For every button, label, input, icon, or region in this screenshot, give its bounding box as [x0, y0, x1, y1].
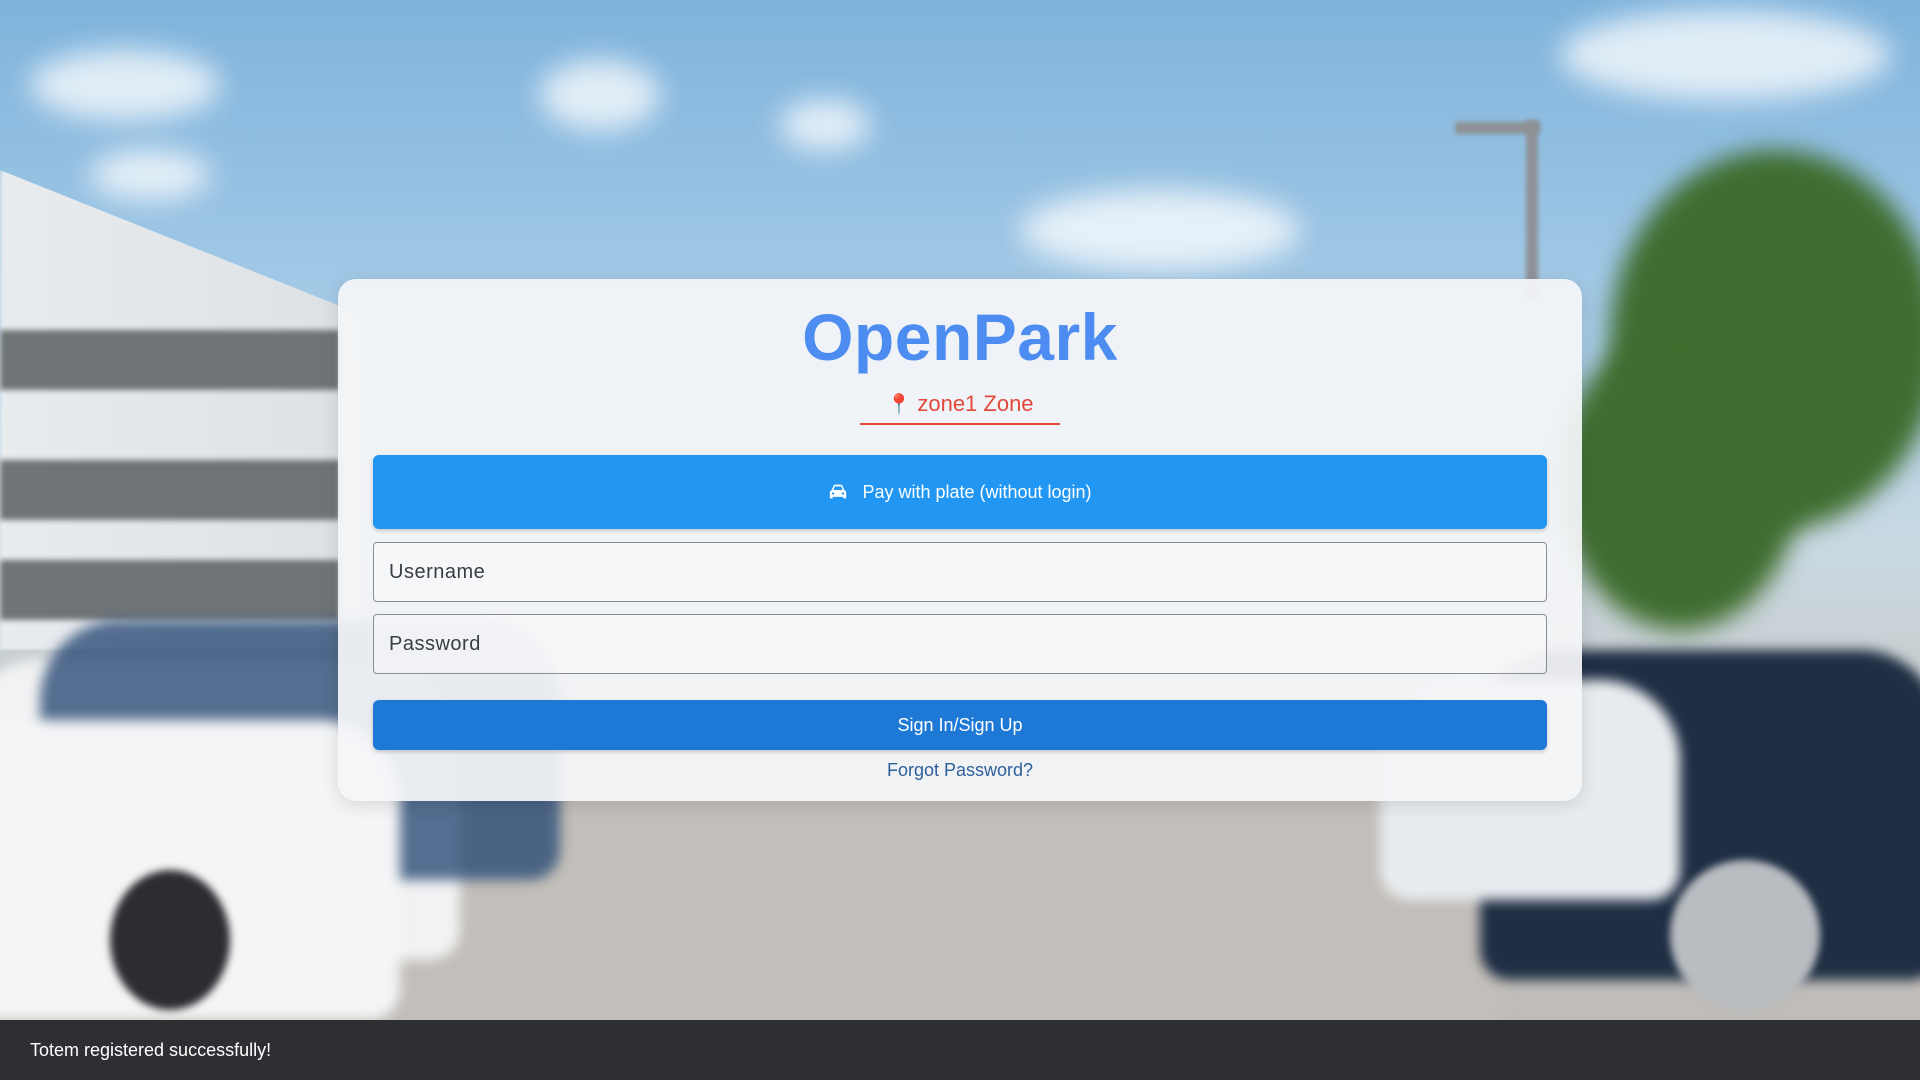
login-card: OpenPark 📍 zone1 Zone Pay with plate (wit…	[338, 279, 1582, 801]
pay-with-plate-button[interactable]: Pay with plate (without login)	[373, 455, 1547, 529]
forgot-password-link[interactable]: Forgot Password?	[338, 760, 1582, 781]
pay-with-plate-label: Pay with plate (without login)	[862, 481, 1092, 502]
sign-in-sign-up-label: Sign In/Sign Up	[897, 714, 1023, 735]
zone-indicator: 📍 zone1 Zone	[860, 385, 1060, 425]
snackbar: Totem registered successfully!	[0, 1020, 1920, 1080]
password-field[interactable]: Password	[373, 614, 1547, 674]
zone-label: zone1 Zone	[917, 391, 1034, 416]
snackbar-message: Totem registered successfully!	[30, 1039, 272, 1060]
username-field[interactable]: Username	[373, 542, 1547, 602]
app-title: OpenPark	[802, 300, 1118, 374]
password-placeholder: Password	[389, 632, 481, 655]
username-placeholder: Username	[389, 560, 486, 583]
sign-in-sign-up-button[interactable]: Sign In/Sign Up	[373, 700, 1547, 750]
pin-icon: 📍	[886, 394, 912, 416]
car-icon	[830, 484, 847, 499]
